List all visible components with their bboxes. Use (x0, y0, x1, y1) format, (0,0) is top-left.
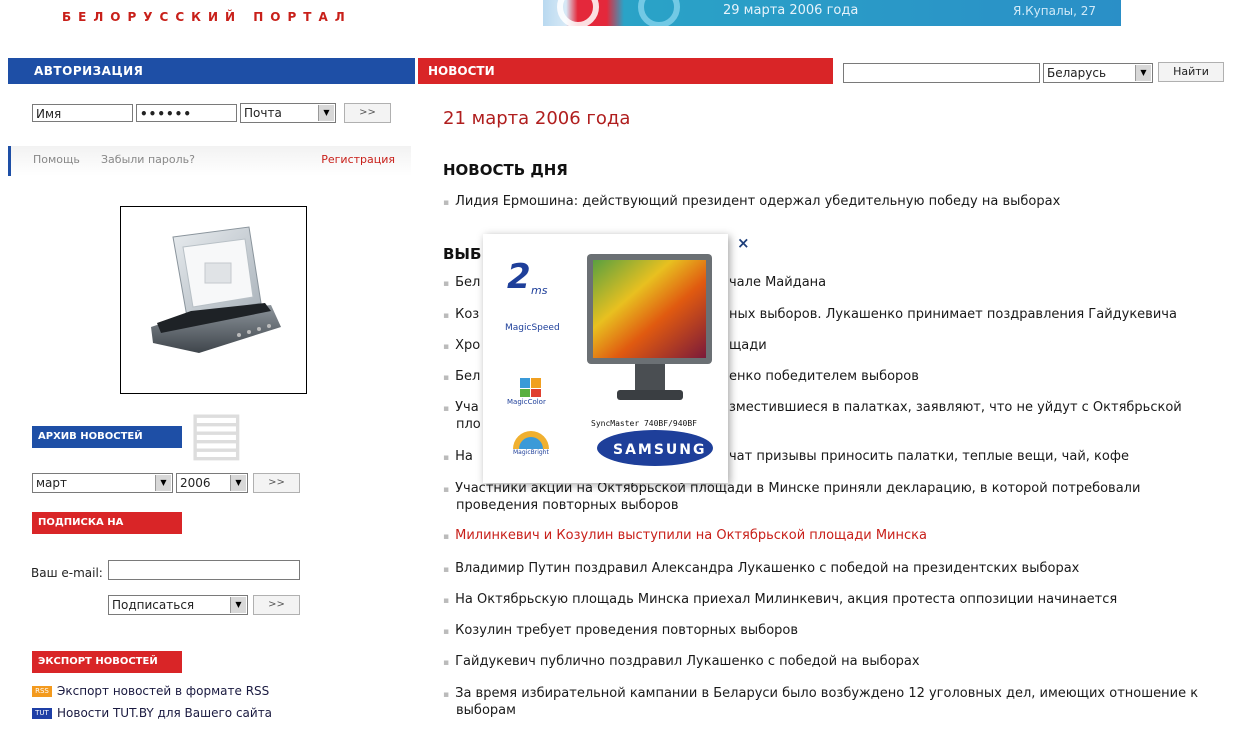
find-button[interactable]: Найти (1158, 62, 1224, 82)
site-logo[interactable]: БЕЛОРУССКИЙ ПОРТАЛ (62, 10, 352, 24)
name-input[interactable]: Имя (32, 104, 133, 122)
tut-export-text: Новости TUT.BY для Вашего сайта (57, 706, 273, 720)
auth-links: Помощь Забыли пароль? Регистрация (8, 146, 411, 176)
magic-color-label: MagicColor (507, 398, 546, 406)
bullet-icon: ▪ (443, 565, 450, 575)
list-item-tail[interactable]: енко победителем выборов (729, 368, 1223, 386)
auth-form: Имя •••••• Почта ▼ >> (32, 103, 392, 125)
left-column: АВТОРИЗАЦИЯ Имя •••••• Почта ▼ >> Помощь… (8, 58, 415, 738)
news-date: 21 марта 2006 года (443, 108, 631, 129)
scanner-icon (151, 226, 281, 353)
list-item[interactable]: ▪ На Октябрьскую площадь Минска приехал М… (443, 591, 1223, 610)
archive-month-select[interactable]: март ▼ (32, 473, 173, 493)
rss-icon: RSS (32, 686, 52, 697)
close-icon[interactable]: × (737, 234, 750, 252)
news-title: НОВОСТИ (418, 58, 833, 84)
banner-address: Я.Купалы, 27 (1013, 4, 1097, 18)
region-select-value: Беларусь (1047, 66, 1107, 80)
bullet-icon: ▪ (443, 658, 450, 668)
tut-icon: TUT (32, 708, 52, 719)
samsung-monitor-ad-graphic: 2 ms MagicSpeed MagicColor MagicBright S… (505, 254, 713, 466)
subscribe-title: ПОДПИСКА НА НОВОСТИ (32, 512, 182, 550)
decorative-paper-icon: ▤ (188, 398, 245, 468)
forgot-password-link[interactable]: Забыли пароль? (101, 153, 195, 166)
bullet-icon: ▪ (443, 690, 450, 700)
region-select[interactable]: Беларусь ▼ (1043, 63, 1153, 83)
mail-select[interactable]: Почта ▼ (240, 103, 336, 123)
archive-year-select[interactable]: 2006 ▼ (176, 473, 248, 493)
day-news-text: Лидия Ермошина: действующий президент од… (455, 194, 1061, 209)
mail-select-value: Почта (244, 106, 282, 120)
register-link[interactable]: Регистрация (321, 153, 395, 166)
help-link[interactable]: Помощь (33, 153, 80, 166)
top-banner[interactable]: 29 марта 2006 года Я.Купалы, 27 (543, 0, 1121, 26)
list-item-tail[interactable]: чат призывы приносить палатки, теплые ве… (729, 448, 1223, 466)
model-label: SyncMaster 740BF/940BF (591, 419, 697, 428)
bullet-icon: ▪ (443, 404, 450, 414)
bullet-icon: ▪ (443, 279, 450, 289)
login-go-button[interactable]: >> (344, 103, 391, 123)
tut-export-link[interactable]: TUT Новости TUT.BY для Вашего сайта (32, 706, 272, 720)
list-item[interactable]: ▪ Владимир Путин поздравил Александра Лук… (443, 560, 1223, 579)
archive-go-button[interactable]: >> (253, 473, 300, 493)
chevron-down-icon: ▼ (318, 105, 334, 121)
archive-title: АРХИВ НОВОСТЕЙ (32, 426, 182, 448)
list-item-tail[interactable]: щади (729, 337, 1223, 355)
2ms-badge: 2 (507, 257, 531, 297)
archive-month-value: март (36, 476, 68, 490)
bullet-icon: ▪ (443, 532, 450, 542)
magic-speed-label: MagicSpeed (505, 323, 560, 333)
chevron-down-icon: ▼ (155, 475, 171, 491)
popup-ad[interactable]: 2 ms MagicSpeed MagicColor MagicBright S… (483, 234, 728, 483)
rss-export-text: Экспорт новостей в формате RSS (57, 684, 270, 698)
rss-export-link[interactable]: RSS Экспорт новостей в формате RSS (32, 684, 269, 698)
svg-text:ms: ms (531, 284, 548, 297)
list-item-continuation[interactable]: проведения повторных выборов (456, 497, 1234, 515)
bullet-icon: ▪ (443, 596, 450, 606)
chevron-down-icon: ▼ (230, 597, 246, 613)
chevron-down-icon: ▼ (230, 475, 246, 491)
list-item-tail[interactable]: ных выборов. Лукашенко принимает поздрав… (729, 306, 1223, 324)
list-item-tail[interactable]: чале Майдана (729, 274, 1223, 292)
bullet-icon: ▪ (443, 198, 450, 208)
banner-date: 29 марта 2006 года (723, 3, 859, 18)
samsung-logo: SAMSUNG (613, 442, 707, 458)
bullet-icon: ▪ (443, 453, 450, 463)
chevron-down-icon: ▼ (1135, 65, 1151, 81)
day-news-heading: НОВОСТЬ ДНЯ (443, 161, 568, 179)
banner-circle-icon (557, 0, 599, 26)
export-title: ЭКСПОРТ НОВОСТЕЙ (32, 651, 182, 673)
subscribe-action-select[interactable]: Подписаться ▼ (108, 595, 248, 615)
list-item-tail[interactable]: зместившиеся в палатках, заявляют, что н… (729, 399, 1223, 417)
email-input[interactable] (108, 560, 300, 580)
auth-title: АВТОРИЗАЦИЯ (8, 58, 415, 84)
list-item-highlighted[interactable]: ▪ Милинкевич и Козулин выступили на Октяб… (443, 527, 1223, 546)
subscribe-go-button[interactable]: >> (253, 595, 300, 615)
banner-circle-icon (638, 0, 680, 26)
list-item-continuation[interactable]: выборам (456, 702, 1234, 720)
list-item[interactable]: ▪ Гайдукевич публично поздравил Лукашенко… (443, 653, 1223, 672)
bullet-icon: ▪ (443, 373, 450, 383)
bullet-icon: ▪ (443, 627, 450, 637)
magic-bright-label: MagicBright (513, 449, 549, 456)
bullet-icon: ▪ (443, 311, 450, 321)
subscribe-action-value: Подписаться (112, 598, 195, 612)
day-news-item[interactable]: ▪ Лидия Ермошина: действующий президент о… (443, 193, 1223, 212)
bullet-icon: ▪ (443, 485, 450, 495)
bullet-icon: ▪ (443, 342, 450, 352)
password-input[interactable]: •••••• (136, 104, 237, 122)
list-item[interactable]: ▪ Козулин требует проведения повторных вы… (443, 622, 1223, 641)
search-input[interactable] (843, 63, 1040, 83)
scanner-product-image[interactable] (120, 206, 307, 394)
archive-year-value: 2006 (180, 476, 211, 490)
email-label: Ваш e-mail: (31, 566, 103, 580)
elections-heading: ВЫБ (443, 245, 482, 263)
